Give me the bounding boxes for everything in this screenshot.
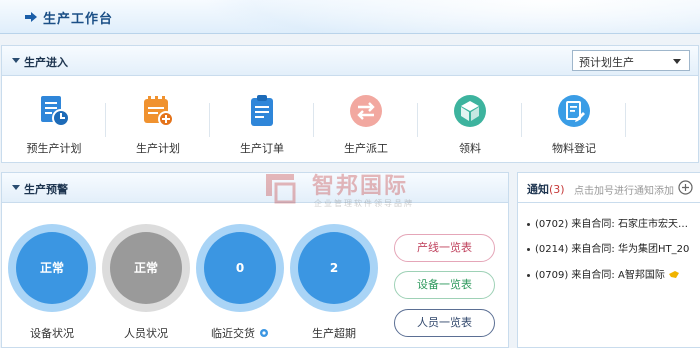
notification-title: 通知(3) [527, 181, 565, 197]
bullet [527, 247, 530, 251]
tile-label: 生产计划 [136, 142, 180, 155]
near-delivery-circle[interactable]: 0 [196, 224, 284, 312]
tile-label: 生产派工 [344, 142, 388, 155]
tile-production-plan[interactable]: 生产计划 [108, 94, 208, 155]
tile-label: 领料 [459, 142, 481, 155]
panel-header: 生产进入 预计划生产 [2, 46, 698, 76]
production-mode-select[interactable]: 预计划生产 [572, 50, 690, 71]
circle-value: 正常 [110, 232, 182, 304]
doc-clock-icon [41, 96, 70, 127]
gear-icon[interactable] [259, 328, 269, 338]
calendar-add-icon [144, 96, 174, 127]
tile-pre-production-plan[interactable]: 预生产计划 [4, 94, 104, 155]
watermark-logo-icon [266, 174, 296, 204]
watermark-subtitle: 企业管理软件领导品牌 [314, 199, 414, 208]
notification-count: (3) [549, 183, 565, 196]
top-header: 生产工作台 [0, 0, 700, 34]
circle-value: 正常 [16, 232, 88, 304]
notification-item[interactable]: (0702) 来自合同: 石家庄市宏天… [527, 215, 700, 230]
tile-production-dispatch[interactable]: 生产派工 [316, 94, 416, 155]
circle-label: 人员状况 [124, 327, 168, 340]
tile-label: 生产订单 [240, 142, 284, 155]
bullet [527, 222, 530, 226]
panel-header: 通知(3) 点击加号进行通知添加 [518, 173, 700, 203]
notification-text: (0709) 来自合同: A智邦国际 [535, 270, 665, 281]
circle-label: 临近交货 [211, 327, 255, 340]
equipment-status-circle[interactable]: 正常 [8, 224, 96, 312]
add-circle-icon[interactable] [678, 180, 693, 195]
watermark-name: 智邦国际 [312, 174, 409, 199]
edit-doc-icon [558, 95, 590, 127]
box-icon [454, 95, 486, 127]
page-title: 生产工作台 [43, 12, 114, 27]
production-line-list-button[interactable]: 产线一览表 [394, 234, 495, 262]
divider [625, 103, 626, 137]
arrow-right-icon [25, 12, 37, 22]
tile-label: 预生产计划 [26, 142, 82, 155]
circle-value: 2 [298, 232, 370, 304]
select-value: 预计划生产 [579, 56, 634, 69]
divider [209, 103, 210, 137]
notification-item[interactable]: (0214) 来自合同: 华为集团HT_20 [527, 240, 700, 255]
circle-value: 0 [204, 232, 276, 304]
divider [105, 103, 106, 137]
divider [417, 103, 418, 137]
collapse-triangle-icon[interactable] [12, 58, 20, 63]
tile-production-order[interactable]: 生产订单 [212, 94, 312, 155]
circle-label: 生产超期 [312, 327, 356, 340]
swap-arrows-icon [350, 95, 382, 127]
notification-panel: 通知(3) 点击加号进行通知添加 (0702) 来自合同: 石家庄市宏天… (0… [517, 172, 700, 348]
watermark: 智邦国际 企业管理软件领导品牌 [262, 166, 462, 216]
production-entry-panel: 生产进入 预计划生产 预生产计划 生产计划 生产订单 生产派工 领料 物料登记 [1, 45, 699, 163]
header-decoration [200, 0, 700, 33]
bullet [527, 273, 530, 277]
notification-hint: 点击加号进行通知添加 [574, 186, 674, 197]
divider [313, 103, 314, 137]
tile-material-pick[interactable]: 领料 [420, 94, 520, 155]
tile-material-register[interactable]: 物料登记 [524, 94, 624, 155]
panel-title: 生产预警 [24, 183, 68, 196]
notification-text: (0702) 来自合同: 石家庄市宏天… [535, 219, 688, 230]
production-overdue-circle[interactable]: 2 [290, 224, 378, 312]
notice-title-text: 通知 [527, 183, 549, 196]
circle-label-near-delivery: 临近交货 [196, 325, 284, 341]
pointing-hand-icon [668, 271, 679, 278]
collapse-triangle-icon[interactable] [12, 185, 20, 190]
notification-item[interactable]: (0709) 来自合同: A智邦国际 [527, 266, 700, 281]
tile-label: 物料登记 [552, 142, 596, 155]
panel-title: 生产进入 [24, 56, 68, 69]
personnel-list-button[interactable]: 人员一览表 [394, 309, 495, 337]
equipment-list-button[interactable]: 设备一览表 [394, 271, 495, 299]
circle-label: 设备状况 [30, 327, 74, 340]
personnel-status-circle[interactable]: 正常 [102, 224, 190, 312]
notification-text: (0214) 来自合同: 华为集团HT_20 [535, 244, 690, 255]
divider [521, 103, 522, 137]
clipboard-icon [251, 95, 273, 126]
chevron-down-icon [673, 59, 681, 64]
